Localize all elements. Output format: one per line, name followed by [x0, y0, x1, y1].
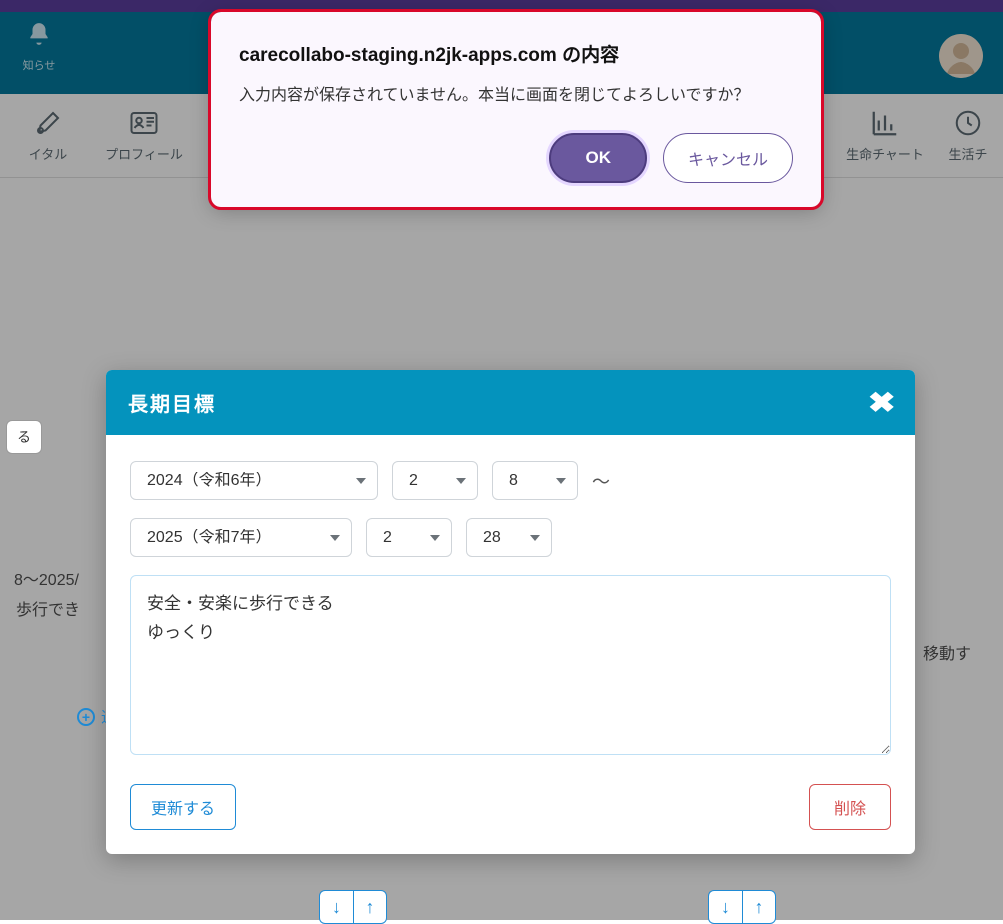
bg-btn-ru[interactable]: る	[6, 420, 42, 454]
confirm-actions: OK キャンセル	[239, 133, 793, 183]
bg-date-range: 8～2025/	[14, 566, 79, 590]
reorder-arrows-1: ↓ ↑	[319, 890, 387, 924]
confirm-title: carecollabo-staging.n2jk-apps.com の内容	[239, 40, 793, 67]
close-icon[interactable]: ✖	[867, 389, 895, 417]
cancel-button[interactable]: キャンセル	[663, 133, 793, 183]
end-month-select[interactable]: 2	[366, 518, 452, 557]
end-date-row: 2025（令和7年） 2 28	[130, 518, 891, 557]
long-term-goal-modal: 長期目標 ✖ 2024（令和6年） 2 8 ～ 2025（令和7年） 2 28 …	[106, 370, 915, 854]
bg-walk-text: 歩行でき	[16, 596, 80, 620]
plus-circle-icon: +	[77, 708, 95, 726]
start-date-row: 2024（令和6年） 2 8 ～	[130, 461, 891, 500]
bg-move-text: 移動す	[923, 640, 971, 664]
move-down-button[interactable]: ↓	[319, 890, 353, 924]
confirm-message: 入力内容が保存されていません。本当に画面を閉じてよろしいですか？	[239, 81, 793, 105]
modal-header: 長期目標 ✖	[106, 370, 915, 435]
modal-actions: 更新する 削除	[130, 784, 891, 830]
modal-title: 長期目標	[128, 388, 216, 417]
confirm-dialog: carecollabo-staging.n2jk-apps.com の内容 入力…	[211, 12, 821, 207]
move-down-button[interactable]: ↓	[708, 890, 742, 924]
start-month-select[interactable]: 2	[392, 461, 478, 500]
bg-action-btn: る	[6, 420, 42, 454]
ok-button[interactable]: OK	[549, 133, 647, 183]
update-button[interactable]: 更新する	[130, 784, 236, 830]
start-day-select[interactable]: 8	[492, 461, 578, 500]
delete-button[interactable]: 削除	[809, 784, 891, 830]
start-year-select[interactable]: 2024（令和6年）	[130, 461, 378, 500]
move-up-button[interactable]: ↑	[353, 890, 387, 924]
end-day-select[interactable]: 28	[466, 518, 552, 557]
goal-textarea[interactable]	[130, 575, 891, 755]
date-range-separator: ～	[592, 468, 610, 494]
end-year-select[interactable]: 2025（令和7年）	[130, 518, 352, 557]
reorder-arrows-2: ↓ ↑	[708, 890, 776, 924]
modal-body: 2024（令和6年） 2 8 ～ 2025（令和7年） 2 28 更新する 削除	[106, 435, 915, 854]
move-up-button[interactable]: ↑	[742, 890, 776, 924]
